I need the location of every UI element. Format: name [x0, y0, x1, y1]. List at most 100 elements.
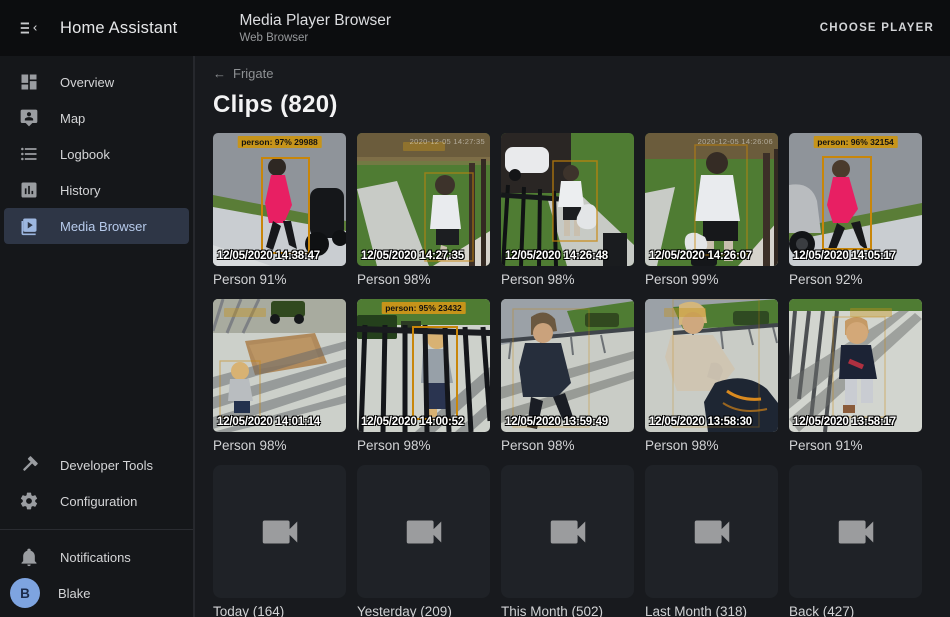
detection-label: person: 97% 29988 [237, 136, 322, 148]
sidebar-item-notifications[interactable]: Notifications [0, 539, 193, 575]
clip-scene [213, 133, 346, 266]
clip-item: person: 95% 23432 12/05/2020 14:00:52 Pe… [357, 299, 490, 454]
clip-timestamp: 12/05/2020 14:00:52 [361, 416, 464, 428]
clip-item: person: 96% 32154 12/05/2020 14:05:17 Pe… [789, 133, 922, 288]
clip-caption: Person 98% [501, 272, 634, 288]
clip-thumbnail[interactable]: 12/05/2020 13:58:17 [789, 299, 922, 432]
gear-icon [18, 490, 40, 512]
clip-thumbnail[interactable]: 12/05/2020 13:58:30 [645, 299, 778, 432]
clip-thumbnail[interactable]: 12/05/2020 14:26:48 [501, 133, 634, 266]
clip-thumbnail[interactable]: person: 95% 23432 12/05/2020 14:00:52 [357, 299, 490, 432]
folder-item: Today (164) [213, 465, 346, 617]
folder-item: Last Month (318) [645, 465, 778, 617]
clip-scene [501, 133, 634, 266]
clip-scene [357, 133, 490, 266]
sidebar-item-logbook[interactable]: Logbook [0, 136, 193, 172]
folder-label: Last Month (318) [645, 604, 778, 617]
clip-item: 2020-12-05 14:26:06 12/05/2020 14:26:07 … [645, 133, 778, 288]
clip-timestamp: 12/05/2020 13:59:49 [505, 416, 608, 428]
sidebar-item-map[interactable]: Map [0, 100, 193, 136]
folder-item: This Month (502) [501, 465, 634, 617]
folder-item: Yesterday (209) [357, 465, 490, 617]
clip-thumbnail[interactable]: person: 97% 29988 12/05/2020 14:38:47 [213, 133, 346, 266]
sidebar-item-configuration[interactable]: Configuration [0, 483, 193, 519]
sidebar-item-overview[interactable]: Overview [0, 64, 193, 100]
clip-caption: Person 98% [645, 438, 778, 454]
folder-label: Back (427) [789, 604, 922, 617]
clip-scene [357, 299, 490, 432]
play-box-multiple-icon [18, 215, 40, 237]
sidebar-spacer [0, 244, 193, 447]
sidebar-item-history[interactable]: History [0, 172, 193, 208]
clip-item: 12/05/2020 13:58:30 Person 98% [645, 299, 778, 454]
sidebar-item-label: Overview [60, 75, 114, 90]
hammer-icon [18, 454, 40, 476]
detection-label-faded [664, 308, 706, 317]
sidebar-item-media-browser[interactable]: Media Browser [4, 208, 189, 244]
folder-thumbnail[interactable] [789, 465, 922, 598]
clip-scene [789, 299, 922, 432]
folder-label: Yesterday (209) [357, 604, 490, 617]
clip-timestamp: 12/05/2020 14:26:07 [649, 250, 752, 262]
folder-thumbnail[interactable] [501, 465, 634, 598]
video-icon [833, 509, 879, 555]
clip-timestamp: 12/05/2020 13:58:17 [793, 416, 896, 428]
video-icon [257, 509, 303, 555]
folder-thumbnail[interactable] [645, 465, 778, 598]
sidebar-item-label: Configuration [60, 494, 137, 509]
folder-thumbnail[interactable] [357, 465, 490, 598]
profile-name: Blake [58, 586, 91, 601]
clip-item: 12/05/2020 13:59:49 Person 98% [501, 299, 634, 454]
sidebar-item-label: Notifications [60, 550, 131, 565]
top-app-bar: Home Assistant Media Player Browser Web … [0, 0, 950, 56]
sidebar-divider [0, 529, 193, 530]
clip-scene [645, 299, 778, 432]
media-player-subtitle: Web Browser [239, 31, 391, 45]
clip-caption: Person 98% [357, 272, 490, 288]
media-player-title: Media Player Browser [239, 11, 391, 30]
list-icon [18, 143, 40, 165]
sidebar-item-label: Developer Tools [60, 458, 153, 473]
clip-thumbnail[interactable]: person: 96% 32154 12/05/2020 14:05:17 [789, 133, 922, 266]
clip-thumbnail[interactable]: 2020-12-05 14:26:06 12/05/2020 14:26:07 [645, 133, 778, 266]
clip-caption: Person 99% [645, 272, 778, 288]
camera-osd-text: 2020-12-05 14:26:06 [698, 137, 773, 146]
clip-caption: Person 98% [357, 438, 490, 454]
media-player-header: Media Player Browser Web Browser [239, 11, 391, 45]
clip-thumbnail[interactable]: 2020-12-05 14:27:35 12/05/2020 14:27:35 [357, 133, 490, 266]
clip-timestamp: 12/05/2020 13:58:30 [649, 416, 752, 428]
sidebar-item-developer-tools[interactable]: Developer Tools [0, 447, 193, 483]
detection-label: person: 95% 23432 [381, 302, 466, 314]
video-icon [545, 509, 591, 555]
clip-timestamp: 12/05/2020 14:27:35 [361, 250, 464, 262]
app-title: Home Assistant [60, 19, 177, 38]
sidebar-item-label: History [60, 183, 100, 198]
detection-label: person: 96% 32154 [813, 136, 898, 148]
clip-timestamp: 12/05/2020 14:01:14 [217, 416, 320, 428]
camera-osd-text: 2020-12-05 14:27:35 [410, 137, 485, 146]
clips-grid: person: 97% 29988 12/05/2020 14:38:47 Pe… [213, 133, 950, 617]
back-arrow-icon: ← [213, 66, 226, 81]
clip-item: 2020-12-05 14:27:35 12/05/2020 14:27:35 … [357, 133, 490, 288]
dashboard-icon [18, 71, 40, 93]
detection-label-faded [850, 308, 892, 317]
media-browser-content: ← Frigate Clips (820) [195, 56, 950, 617]
clip-timestamp: 12/05/2020 14:38:47 [217, 250, 320, 262]
page-title: Clips (820) [213, 91, 950, 119]
clip-scene [789, 133, 922, 266]
clip-thumbnail[interactable]: 12/05/2020 14:01:14 [213, 299, 346, 432]
clip-caption: Person 91% [789, 438, 922, 454]
clip-thumbnail[interactable]: 12/05/2020 13:59:49 [501, 299, 634, 432]
video-icon [689, 509, 735, 555]
folder-label: This Month (502) [501, 604, 634, 617]
sidebar-item-label: Map [60, 111, 85, 126]
choose-player-button[interactable]: CHOOSE PLAYER [820, 22, 934, 34]
clip-timestamp: 12/05/2020 14:26:48 [505, 250, 608, 262]
sidebar-item-label: Media Browser [60, 219, 147, 234]
clip-caption: Person 91% [213, 272, 346, 288]
sidebar: Overview Map Logbook History [0, 56, 195, 617]
sidebar-toggle-button[interactable] [6, 5, 52, 51]
folder-thumbnail[interactable] [213, 465, 346, 598]
breadcrumb-back[interactable]: ← Frigate [213, 66, 273, 81]
sidebar-item-profile[interactable]: B Blake [0, 575, 193, 611]
